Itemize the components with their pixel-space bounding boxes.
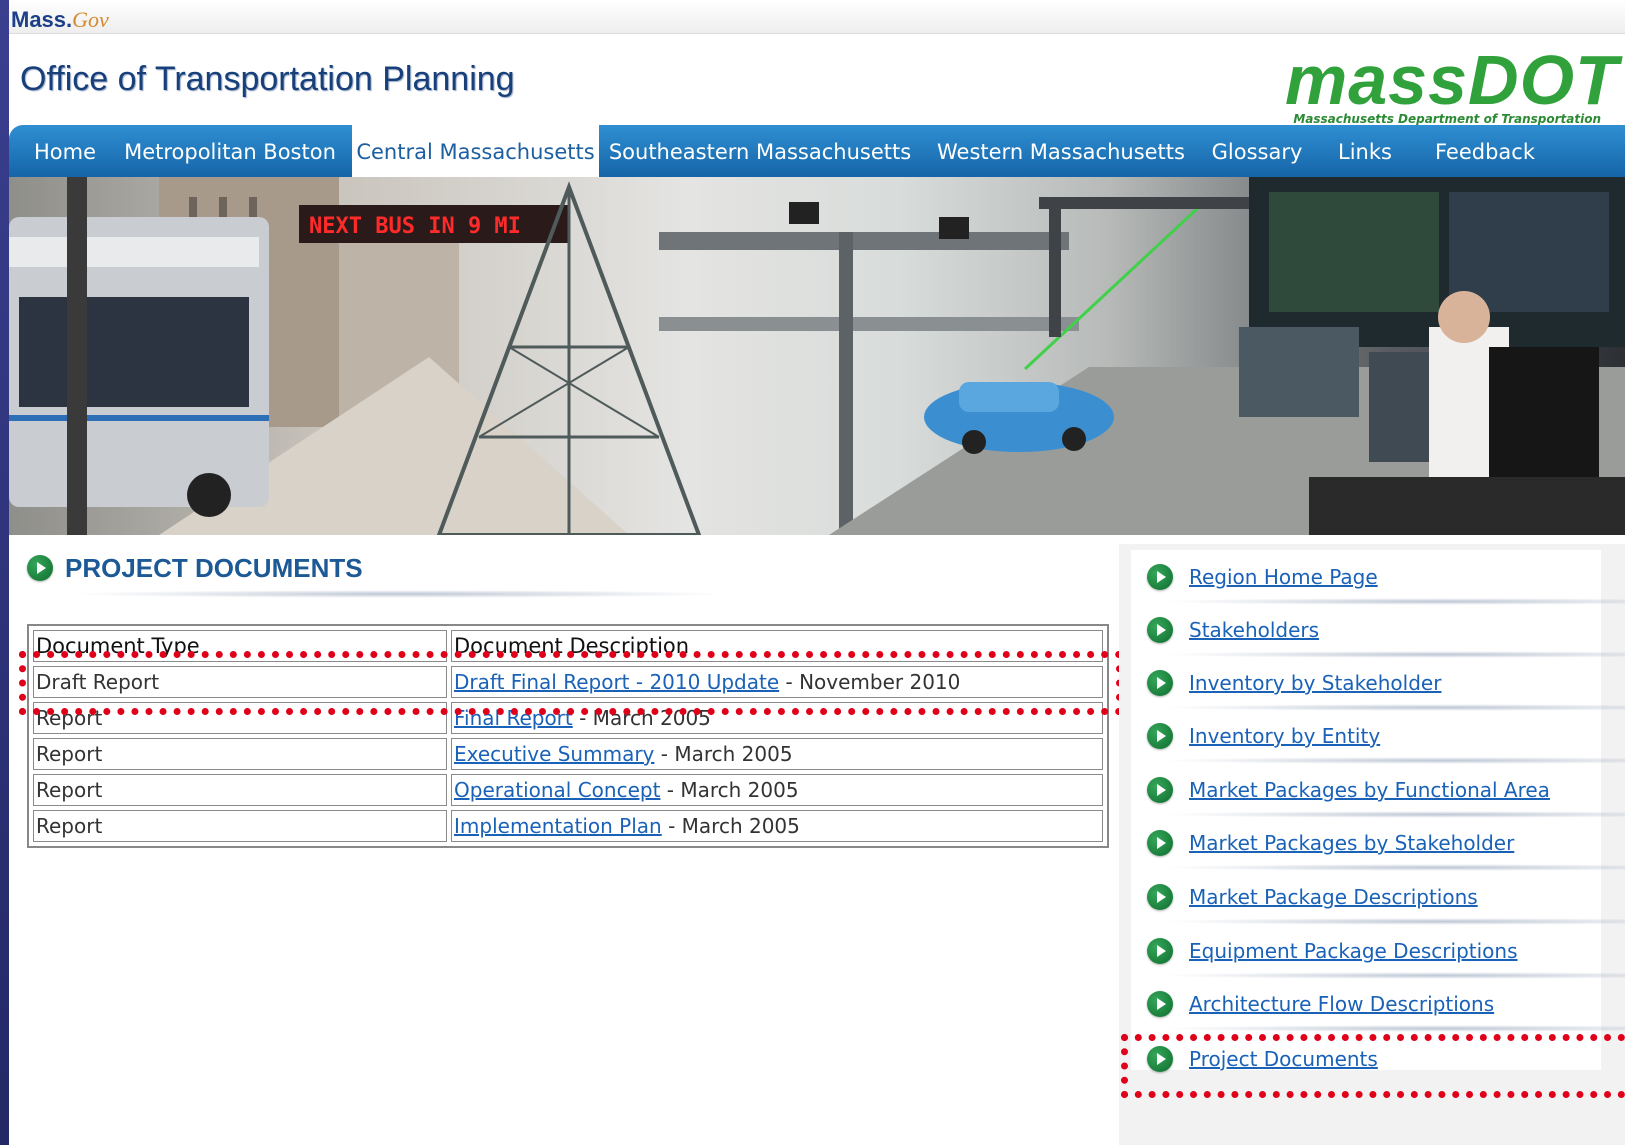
- section-title: PROJECT DOCUMENTS: [65, 552, 363, 583]
- sidebar-item-inventory-by-entity[interactable]: Inventory by Entity: [1147, 716, 1380, 756]
- sidebar: Region Home Page Stakeholders Inventory …: [1119, 544, 1625, 1145]
- sidebar-item-inventory-by-stakeholder[interactable]: Inventory by Stakeholder: [1147, 663, 1441, 703]
- sidebar-link[interactable]: Inventory by Stakeholder: [1189, 671, 1441, 695]
- mass-gov-strip: Mass.Gov: [9, 0, 1625, 34]
- arrow-circle-icon: [1147, 938, 1173, 964]
- document-description-cell: Final Report - March 2005: [451, 702, 1103, 734]
- table-header-row: Document Type Document Description: [33, 630, 1103, 662]
- document-link[interactable]: Executive Summary: [454, 742, 654, 766]
- sidebar-divider: [1159, 1025, 1625, 1032]
- sidebar-link[interactable]: Market Packages by Stakeholder: [1189, 831, 1514, 855]
- document-description-cell: Operational Concept - March 2005: [451, 774, 1103, 806]
- document-type-cell: Report: [33, 810, 447, 842]
- arrow-circle-icon: [1147, 884, 1173, 910]
- sidebar-item-region-home-page[interactable]: Region Home Page: [1147, 557, 1378, 597]
- sidebar-link[interactable]: Equipment Package Descriptions: [1189, 939, 1518, 963]
- sidebar-divider: [1159, 811, 1625, 818]
- sidebar-item-stakeholders[interactable]: Stakeholders: [1147, 610, 1319, 650]
- arrow-circle-icon: [1147, 830, 1173, 856]
- arrow-circle-icon: [1147, 670, 1173, 696]
- nav-item-home[interactable]: Home: [21, 125, 109, 177]
- section-underline: [69, 590, 729, 598]
- banner-illustration: NEXT BUS IN 9 MI: [9, 177, 1625, 535]
- arrow-circle-icon: [1147, 617, 1173, 643]
- sidebar-link[interactable]: Inventory by Entity: [1189, 724, 1380, 748]
- arrow-circle-icon: [1147, 777, 1173, 803]
- document-date: - March 2005: [654, 742, 793, 766]
- document-link[interactable]: Draft Final Report - 2010 Update: [454, 670, 779, 694]
- massdot-logo-subtext: Massachusetts Department of Transportati…: [1293, 112, 1601, 126]
- arrow-circle-icon: [1147, 991, 1173, 1017]
- sidebar-link[interactable]: Market Packages by Functional Area: [1189, 778, 1550, 802]
- nav-item-feedback[interactable]: Feedback: [1423, 125, 1547, 177]
- document-link[interactable]: Final Report: [454, 706, 573, 730]
- sidebar-link[interactable]: Project Documents: [1189, 1047, 1378, 1071]
- sidebar-item-architecture-flow-descriptions[interactable]: Architecture Flow Descriptions: [1147, 984, 1494, 1024]
- sidebar-divider: [1159, 757, 1625, 764]
- table-row: Report Operational Concept - March 2005: [33, 774, 1103, 806]
- nav-item-central-massachusetts[interactable]: Central Massachusetts: [352, 125, 599, 177]
- sidebar-link[interactable]: Region Home Page: [1189, 565, 1378, 589]
- table-row: Report Final Report - March 2005: [33, 702, 1103, 734]
- left-frame-bar: [0, 0, 9, 1145]
- sidebar-item-equipment-package-descriptions[interactable]: Equipment Package Descriptions: [1147, 931, 1518, 971]
- arrow-circle-icon: [1147, 1046, 1173, 1072]
- documents-table: Document Type Document Description Draft…: [27, 624, 1109, 848]
- sidebar-link[interactable]: Architecture Flow Descriptions: [1189, 992, 1494, 1016]
- arrow-circle-icon: [27, 555, 53, 581]
- nav-item-western-massachusetts[interactable]: Western Massachusetts: [929, 125, 1193, 177]
- massdot-logo[interactable]: massDOT Massachusetts Department of Tran…: [1285, 41, 1619, 126]
- nav-item-links[interactable]: Links: [1325, 125, 1405, 177]
- massdot-logo-text: massDOT: [1285, 41, 1619, 119]
- document-description-cell: Executive Summary - March 2005: [451, 738, 1103, 770]
- table-row: Report Implementation Plan - March 2005: [33, 810, 1103, 842]
- nav-item-glossary[interactable]: Glossary: [1205, 125, 1309, 177]
- sidebar-divider: [1159, 598, 1625, 605]
- document-date: - March 2005: [572, 706, 711, 730]
- next-bus-sign: NEXT BUS IN 9 MI: [309, 214, 521, 239]
- sidebar-divider: [1159, 704, 1625, 711]
- office-header: Office of Transportation Planning massDO…: [9, 34, 1625, 126]
- document-description-cell: Draft Final Report - 2010 Update - Novem…: [451, 666, 1103, 698]
- document-date: - March 2005: [660, 778, 799, 802]
- arrow-circle-icon: [1147, 564, 1173, 590]
- document-type-cell: Report: [33, 774, 447, 806]
- document-date: - November 2010: [779, 670, 961, 694]
- page-title: Office of Transportation Planning: [20, 60, 515, 98]
- sidebar-item-market-package-descriptions[interactable]: Market Package Descriptions: [1147, 877, 1478, 917]
- document-type-cell: Draft Report: [33, 666, 447, 698]
- mass-gov-logo[interactable]: Mass.Gov: [11, 7, 109, 33]
- sidebar-link[interactable]: Stakeholders: [1189, 618, 1319, 642]
- nav-item-metropolitan-boston[interactable]: Metropolitan Boston: [113, 125, 347, 177]
- column-header-document-type: Document Type: [33, 630, 447, 662]
- document-link[interactable]: Operational Concept: [454, 778, 660, 802]
- page: Mass.Gov Office of Transportation Planni…: [9, 0, 1625, 1145]
- sidebar-item-market-packages-by-stakeholder[interactable]: Market Packages by Stakeholder: [1147, 823, 1514, 863]
- document-type-cell: Report: [33, 702, 447, 734]
- sidebar-item-market-packages-by-functional-area[interactable]: Market Packages by Functional Area: [1147, 770, 1550, 810]
- main-nav: Home Metropolitan Boston Central Massach…: [9, 125, 1625, 177]
- sidebar-item-project-documents[interactable]: Project Documents: [1147, 1039, 1378, 1079]
- section-header: PROJECT DOCUMENTS: [27, 548, 363, 588]
- sidebar-divider: [1159, 972, 1625, 979]
- arrow-circle-icon: [1147, 723, 1173, 749]
- document-description-cell: Implementation Plan - March 2005: [451, 810, 1103, 842]
- table-row: Report Executive Summary - March 2005: [33, 738, 1103, 770]
- sidebar-divider: [1159, 864, 1625, 871]
- sidebar-divider: [1159, 651, 1625, 658]
- document-type-cell: Report: [33, 738, 447, 770]
- column-header-document-description: Document Description: [451, 630, 1103, 662]
- sidebar-link[interactable]: Market Package Descriptions: [1189, 885, 1478, 909]
- banner-image: NEXT BUS IN 9 MI: [9, 177, 1625, 535]
- table-row: Draft Report Draft Final Report - 2010 U…: [33, 666, 1103, 698]
- sidebar-divider: [1159, 918, 1625, 925]
- nav-item-southeastern-massachusetts[interactable]: Southeastern Massachusetts: [601, 125, 919, 177]
- document-link[interactable]: Implementation Plan: [454, 814, 662, 838]
- document-date: - March 2005: [661, 814, 800, 838]
